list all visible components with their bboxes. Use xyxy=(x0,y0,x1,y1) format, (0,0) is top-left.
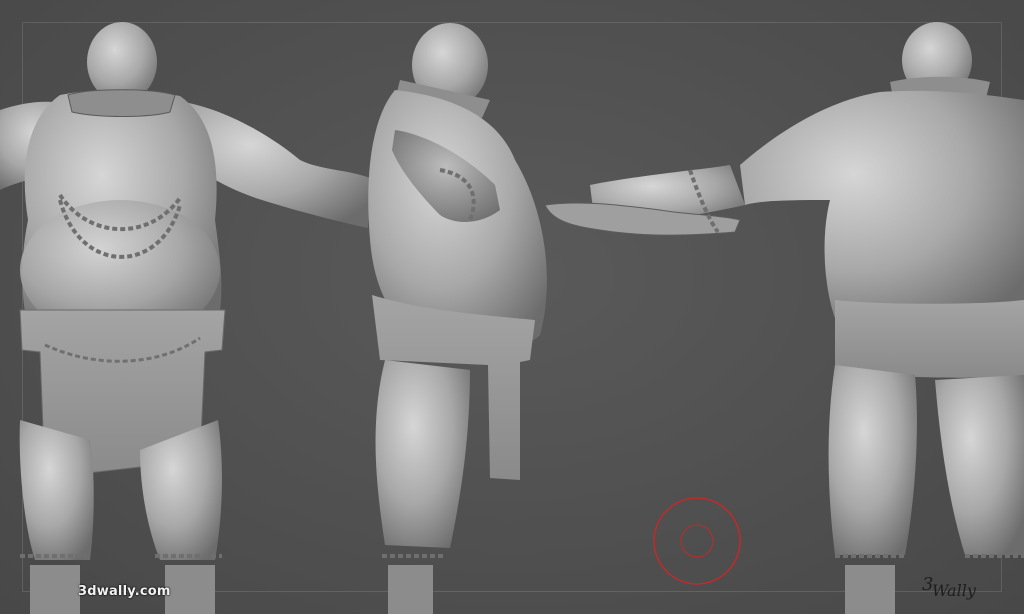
back-torso xyxy=(740,90,1024,328)
side-leg xyxy=(375,360,470,548)
side-foot xyxy=(388,565,433,614)
brush-cursor-icon[interactable] xyxy=(652,496,742,586)
artist-signature: 3 Wally xyxy=(922,574,977,600)
back-left-foot xyxy=(845,565,895,614)
front-view xyxy=(0,22,370,614)
front-left-leg xyxy=(19,420,94,560)
back-left-leg xyxy=(828,365,917,555)
front-right-foot xyxy=(165,565,215,614)
svg-text:Wally: Wally xyxy=(932,581,977,600)
front-collar xyxy=(67,89,176,117)
back-view xyxy=(740,22,1024,614)
front-left-foot xyxy=(30,565,80,614)
back-view-extended-arm xyxy=(544,165,745,236)
back-right-leg xyxy=(935,375,1024,555)
side-view xyxy=(368,23,547,614)
watermark-text: 3dwally.com xyxy=(78,584,171,599)
back-shorts xyxy=(835,300,1024,378)
sculpt-scene xyxy=(0,22,1024,614)
